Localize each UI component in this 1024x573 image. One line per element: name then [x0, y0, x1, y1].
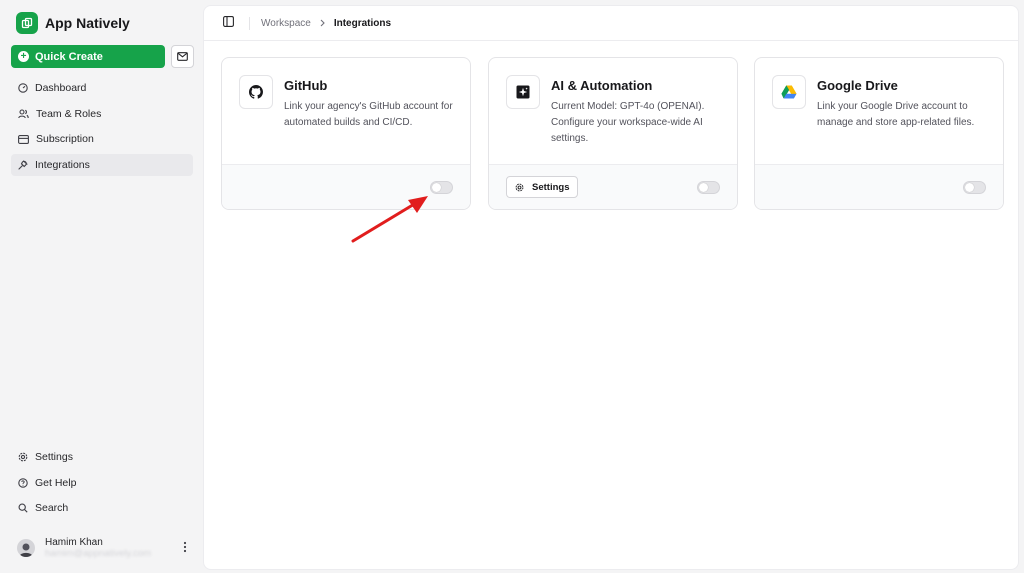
card-title: Google Drive: [817, 78, 898, 93]
sidebar-nav: Dashboard Team & Roles Subscription Inte…: [11, 77, 193, 179]
search-icon: [18, 503, 28, 513]
quick-create-label: Quick Create: [35, 50, 103, 63]
brand[interactable]: App Natively: [16, 12, 130, 34]
card-footer: Settings: [489, 164, 737, 209]
user-name: Hamim Khan: [45, 536, 103, 548]
sidebar-item-label: Dashboard: [35, 82, 87, 94]
ai-automation-toggle[interactable]: [697, 181, 720, 194]
sidebar-item-label: Team & Roles: [36, 107, 102, 120]
integration-card-ai-automation: AI & Automation Current Model: GPT-4o (O…: [488, 57, 738, 210]
plus-circle-icon: +: [18, 51, 29, 62]
breadcrumb-workspace[interactable]: Workspace: [261, 18, 311, 29]
sidebar-item-label: Integrations: [35, 158, 90, 171]
sidebar-item-settings[interactable]: Settings: [11, 446, 193, 468]
sidebar-item-team-roles[interactable]: Team & Roles: [11, 103, 193, 125]
card-description: Current Model: GPT-4o (OPENAI). Configur…: [551, 101, 705, 144]
gear-icon: [18, 452, 28, 462]
sidebar-toggle-icon[interactable]: [223, 16, 234, 30]
google-drive-toggle[interactable]: [963, 181, 986, 194]
mail-icon: [177, 52, 188, 61]
sparkle-icon: [506, 75, 540, 109]
main-panel: Workspace Integrations GitHub Link your …: [203, 5, 1019, 570]
inbox-button[interactable]: [171, 45, 194, 68]
sidebar-item-get-help[interactable]: Get Help: [11, 472, 193, 494]
divider: [249, 16, 250, 30]
sidebar-item-search[interactable]: Search: [11, 497, 193, 519]
card-footer: [755, 164, 1003, 209]
gear-icon: [515, 183, 524, 191]
integration-card-github: GitHub Link your agency's GitHub account…: [221, 57, 471, 210]
sidebar-item-label: Subscription: [36, 133, 94, 145]
app-name: App Natively: [45, 15, 130, 31]
user-email: hamim@appnatively.com: [45, 547, 152, 559]
sidebar-item-label: Settings: [35, 451, 73, 463]
avatar: [17, 539, 35, 557]
top-bar: Workspace Integrations: [204, 6, 1018, 41]
help-circle-icon: [18, 477, 28, 488]
annotation-arrow-icon: [351, 196, 428, 243]
sidebar: App Natively + Quick Create Dashboard Te…: [0, 0, 203, 573]
sidebar-item-label: Get Help: [35, 476, 77, 489]
ai-settings-button[interactable]: Settings: [506, 176, 579, 198]
card-description: Link your agency's GitHub account for au…: [284, 101, 453, 128]
users-icon: [18, 108, 29, 118]
plug-icon: [18, 159, 28, 170]
sidebar-item-subscription[interactable]: Subscription: [11, 128, 193, 150]
card-description: Link your Google Drive account to manage…: [817, 101, 975, 128]
app-logo-icon: [16, 12, 38, 34]
integration-card-google-drive: Google Drive Link your Google Drive acco…: [754, 57, 1004, 210]
credit-card-icon: [18, 134, 29, 144]
chevron-right-icon: [320, 19, 325, 27]
more-vertical-icon[interactable]: [183, 541, 187, 556]
sidebar-item-integrations[interactable]: Integrations: [11, 153, 193, 176]
sidebar-item-label: Search: [35, 502, 69, 514]
breadcrumb-current: Integrations: [333, 17, 392, 29]
card-title: GitHub: [284, 78, 328, 93]
github-icon: [239, 75, 273, 109]
user-profile[interactable]: Hamim Khan hamim@appnatively.com: [17, 535, 192, 561]
sidebar-secondary-nav: Settings Get Help Search: [11, 446, 193, 523]
settings-button-label: Settings: [532, 181, 570, 193]
google-drive-icon: [772, 75, 806, 109]
sidebar-item-dashboard[interactable]: Dashboard: [11, 77, 193, 99]
quick-create-button[interactable]: + Quick Create: [11, 45, 165, 68]
gauge-icon: [18, 83, 28, 93]
card-title: AI & Automation: [551, 78, 653, 93]
